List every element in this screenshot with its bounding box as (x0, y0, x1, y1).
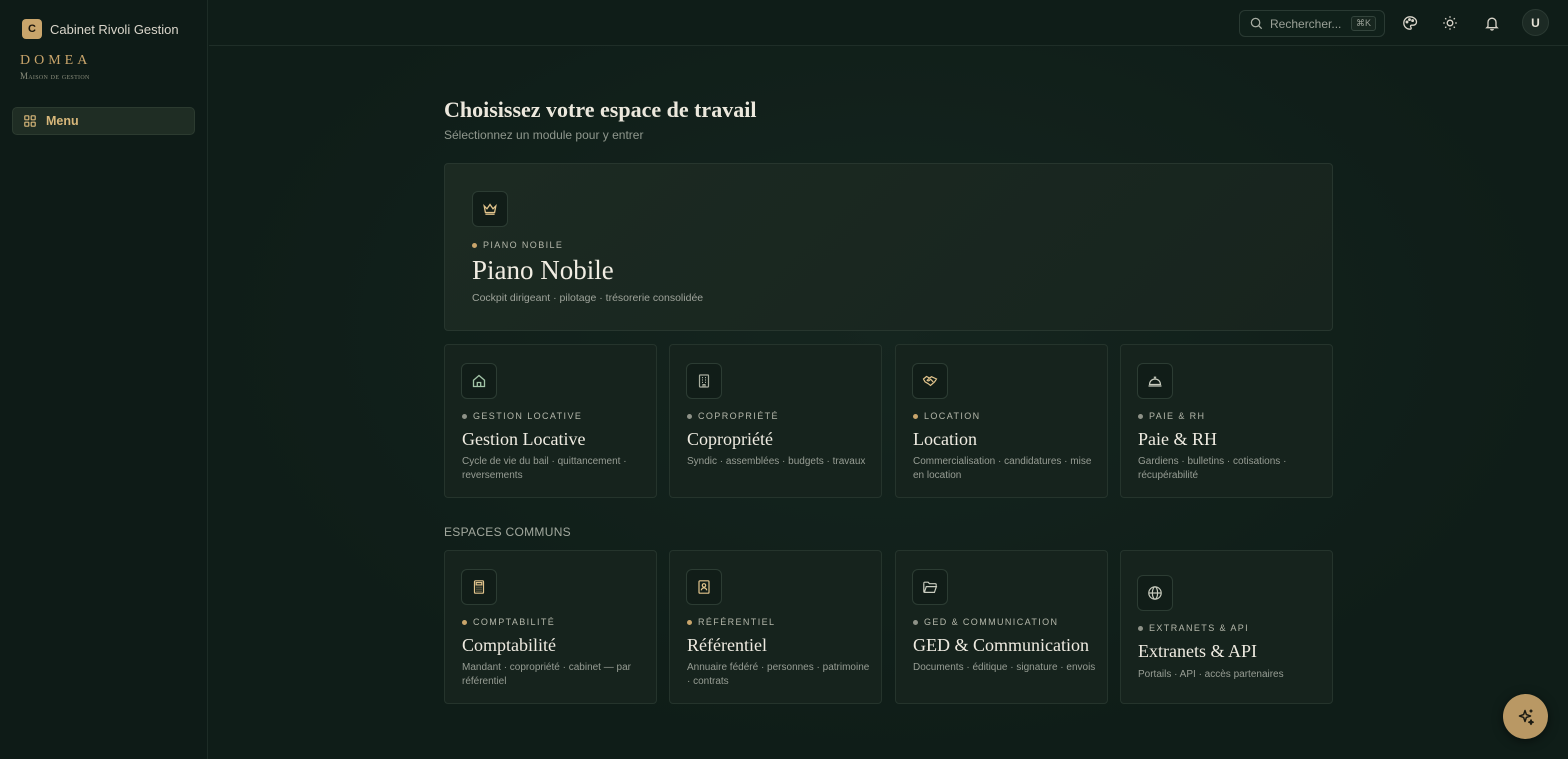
module-card-copropriete[interactable]: COPROPRIÉTÉ Copropriété Syndic · assembl… (669, 344, 882, 498)
module-card-paie-rh[interactable]: PAIE & RH Paie & RH Gardiens · bulletins… (1120, 344, 1333, 498)
page-subtitle: Sélectionnez un module pour y entrer (444, 128, 644, 142)
handshake-icon (912, 363, 948, 399)
search-placeholder: Rechercher... (1270, 16, 1342, 31)
status-dot (687, 619, 692, 625)
module-title: Paie & RH (1138, 429, 1217, 449)
module-tag: LOCATION (913, 411, 981, 421)
module-card-ged-communication[interactable]: GED & COMMUNICATION GED & Communication … (895, 550, 1108, 704)
module-title: GED & Communication (913, 635, 1089, 655)
module-tag-label: COPROPRIÉTÉ (698, 411, 779, 421)
module-card-referentiel[interactable]: RÉFÉRENTIEL Référentiel Annuaire fédéré … (669, 550, 882, 704)
crown-icon (472, 191, 508, 227)
sun-icon[interactable] (1442, 14, 1460, 32)
status-dot (1138, 413, 1143, 419)
module-tag-label: EXTRANETS & API (1149, 623, 1250, 633)
module-card-extranets-api[interactable]: EXTRANETS & API Extranets & API Portails… (1120, 550, 1333, 704)
module-tag: COMPTABILITÉ (462, 617, 555, 627)
bell-icon[interactable] (1484, 14, 1502, 32)
building-icon (686, 363, 722, 399)
module-tag: GED & COMMUNICATION (913, 617, 1058, 627)
module-tag-label: LOCATION (924, 411, 981, 421)
status-dot (462, 413, 467, 419)
module-tag-label: PIANO NOBILE (483, 240, 564, 250)
module-title: Référentiel (687, 635, 767, 655)
module-tag-label: PAIE & RH (1149, 411, 1206, 421)
brand-subtitle: Maison de gestion (20, 71, 90, 81)
globe-icon (1137, 575, 1173, 611)
org-badge: C (22, 19, 42, 39)
ai-assistant-button[interactable] (1503, 694, 1548, 739)
module-title: Comptabilité (462, 635, 556, 655)
module-description: Cycle de vie du bail · quittancement · r… (462, 456, 627, 481)
module-description: Cockpit dirigeant · pilotage · trésoreri… (472, 292, 704, 304)
calculator-icon (461, 569, 497, 605)
organization-switcher[interactable]: C Cabinet Rivoli Gestion (22, 19, 179, 39)
search-icon (1250, 17, 1263, 30)
module-tag: EXTRANETS & API (1138, 623, 1249, 633)
module-tag-label: COMPTABILITÉ (473, 617, 556, 627)
status-dot (687, 413, 692, 419)
module-title: Extranets & API (1138, 641, 1257, 661)
palette-icon[interactable] (1402, 14, 1420, 32)
module-card-piano-nobile[interactable]: PIANO NOBILE Piano Nobile Cockpit dirige… (444, 163, 1333, 331)
module-tag-label: RÉFÉRENTIEL (698, 617, 776, 627)
module-tag: RÉFÉRENTIEL (687, 617, 775, 627)
org-name: Cabinet Rivoli Gestion (50, 21, 179, 37)
module-tag: GESTION LOCATIVE (462, 411, 582, 421)
module-card-gestion-locative[interactable]: GESTION LOCATIVE Gestion Locative Cycle … (444, 344, 657, 498)
folder-icon (912, 569, 948, 605)
module-tag-label: GED & COMMUNICATION (924, 617, 1059, 627)
module-description: Documents · éditique · signature · envoi… (913, 662, 1096, 673)
status-dot (913, 413, 918, 419)
page-title: Choisissez votre espace de travail (444, 97, 757, 122)
module-card-location[interactable]: LOCATION Location Commercialisation · ca… (895, 344, 1108, 498)
search-input[interactable]: Rechercher... ⌘K (1239, 10, 1385, 37)
module-tag-label: GESTION LOCATIVE (473, 411, 583, 421)
status-dot (472, 242, 477, 248)
section-label-common: ESPACES COMMUNS (444, 525, 571, 539)
module-tag: PAIE & RH (1138, 411, 1205, 421)
module-title: Copropriété (687, 429, 773, 449)
status-dot (462, 619, 467, 625)
brand-title: DOMEA (20, 53, 92, 68)
module-tag: COPROPRIÉTÉ (687, 411, 779, 421)
status-dot (1138, 625, 1143, 631)
grid-icon (24, 115, 36, 127)
module-description: Gardiens · bulletins · cotisations · réc… (1138, 456, 1287, 481)
module-tag: PIANO NOBILE (472, 240, 563, 250)
search-shortcut: ⌘K (1350, 16, 1376, 31)
sparkles-icon (1516, 707, 1536, 727)
module-description: Commercialisation · candidatures · mise … (913, 456, 1092, 481)
status-dot (913, 619, 918, 625)
sidebar: C Cabinet Rivoli Gestion DOMEA Maison de… (0, 0, 208, 759)
module-description: Annuaire fédéré · personnes · patrimoine… (687, 662, 870, 687)
module-description: Portails · API · accès partenaires (1138, 669, 1284, 680)
brand-logo: DOMEA Maison de gestion (20, 53, 91, 81)
module-description: Syndic · assemblées · budgets · travaux (687, 456, 866, 467)
module-description: Mandant · copropriété · cabinet — par ré… (462, 662, 631, 687)
module-card-comptabilite[interactable]: COMPTABILITÉ Comptabilité Mandant · copr… (444, 550, 657, 704)
module-title: Piano Nobile (472, 255, 614, 285)
avatar[interactable]: U (1522, 9, 1549, 36)
sidebar-item-label: Menu (46, 114, 79, 128)
contact-book-icon (686, 569, 722, 605)
home-icon (461, 363, 497, 399)
sidebar-item-menu[interactable]: Menu (12, 107, 195, 135)
concierge-bell-icon (1137, 363, 1173, 399)
module-title: Location (913, 429, 977, 449)
main-content (209, 46, 1568, 759)
module-title: Gestion Locative (462, 429, 586, 449)
